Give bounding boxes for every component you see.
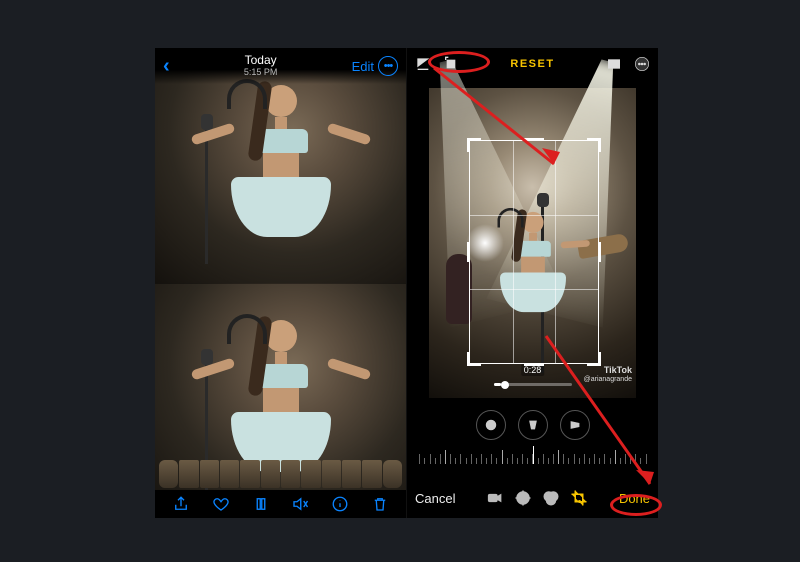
edit-button[interactable]: Edit xyxy=(352,59,374,74)
photos-header: ‹ Today 5:15 PM Edit ••• xyxy=(155,48,406,84)
crop-header: RESET xyxy=(407,48,658,80)
video-timeline[interactable] xyxy=(159,460,402,488)
crop-handle-top[interactable] xyxy=(524,138,544,141)
vertical-perspective-icon[interactable] xyxy=(518,410,548,440)
header-title: Today xyxy=(245,53,277,67)
horizontal-perspective-icon[interactable] xyxy=(560,410,590,440)
mute-speaker-icon[interactable] xyxy=(291,495,309,513)
tiktok-watermark: TikTok @arianagrande xyxy=(584,366,632,384)
filters-mode-icon[interactable] xyxy=(542,489,560,507)
trash-icon[interactable] xyxy=(371,495,389,513)
video-preview[interactable]: 0:28 TikTok @arianagrande xyxy=(429,88,636,398)
cancel-button[interactable]: Cancel xyxy=(415,491,455,506)
info-icon[interactable] xyxy=(331,495,349,513)
crop-handle-right[interactable] xyxy=(598,242,601,262)
crop-handle-br[interactable] xyxy=(587,352,601,366)
crop-mode-icon[interactable] xyxy=(570,489,588,507)
crop-adjust-row xyxy=(407,410,658,440)
adjust-mode-icon[interactable] xyxy=(514,489,532,507)
reset-button[interactable]: RESET xyxy=(510,58,554,70)
more-icon[interactable] xyxy=(634,56,650,72)
aspect-ratio-icon[interactable] xyxy=(606,56,622,72)
editor-bottom-bar: Cancel Done xyxy=(407,478,658,518)
crop-handle-tr[interactable] xyxy=(587,138,601,152)
angle-ruler[interactable] xyxy=(417,446,648,464)
done-button[interactable]: Done xyxy=(619,491,650,506)
photos-player-screen: TikTok @arianagrande ‹ Today 5:15 PM Edi… xyxy=(155,48,407,518)
header-subtitle: 5:15 PM xyxy=(170,68,352,78)
video-scrubber[interactable] xyxy=(494,383,572,386)
crop-handle-left[interactable] xyxy=(467,242,470,262)
flip-vertical-icon[interactable] xyxy=(415,56,431,72)
rotate-icon[interactable] xyxy=(443,56,459,72)
video-mode-icon[interactable] xyxy=(486,489,504,507)
crop-editor-screen: RESET 0:28 xyxy=(407,48,658,518)
crop-handle-bl[interactable] xyxy=(467,352,481,366)
photos-toolbar xyxy=(155,490,406,518)
favorite-heart-icon[interactable] xyxy=(212,495,230,513)
pause-icon[interactable] xyxy=(252,495,270,513)
crop-handle-bottom[interactable] xyxy=(524,363,544,366)
more-menu-icon[interactable]: ••• xyxy=(378,56,398,76)
crop-handle-tl[interactable] xyxy=(467,138,481,152)
share-icon[interactable] xyxy=(172,495,190,513)
crop-frame[interactable] xyxy=(469,140,599,364)
straighten-icon[interactable] xyxy=(476,410,506,440)
back-chevron-icon[interactable]: ‹ xyxy=(163,55,170,78)
selected-indicator-icon xyxy=(578,500,581,503)
